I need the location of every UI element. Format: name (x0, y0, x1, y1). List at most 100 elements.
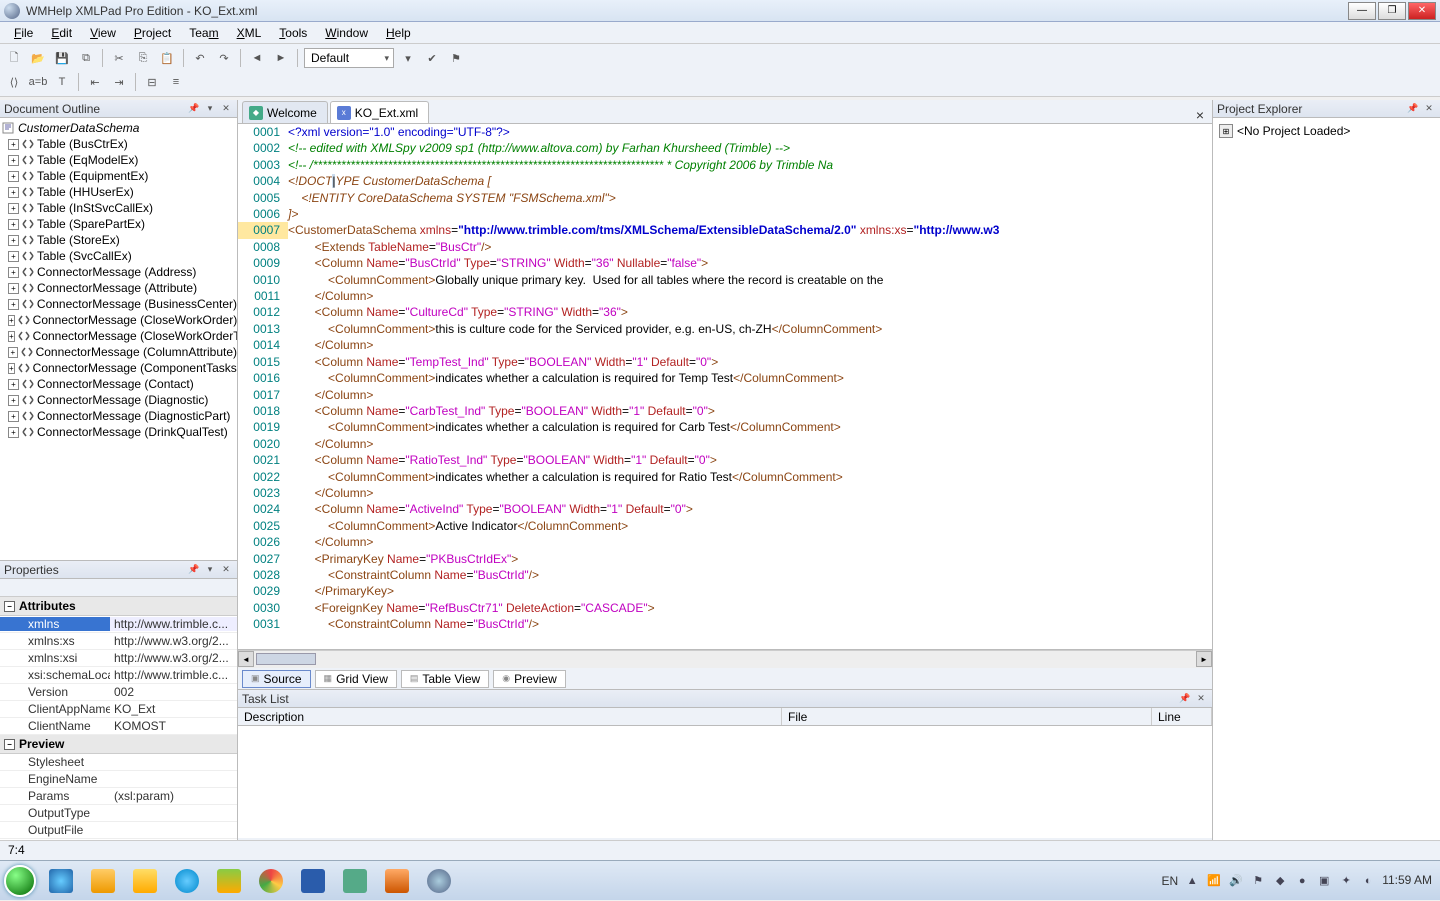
insert-element-icon[interactable]: ⟨⟩ (4, 72, 24, 92)
prop-section-attributes[interactable]: −Attributes (0, 597, 237, 616)
viewtab-preview[interactable]: ◉Preview (493, 670, 566, 688)
taskbar-explorer[interactable] (83, 865, 123, 897)
expand-icon[interactable]: + (8, 251, 19, 262)
validate-icon[interactable]: ✔ (422, 48, 442, 68)
menu-project[interactable]: Project (126, 24, 179, 42)
taskbar-chrome[interactable] (251, 865, 291, 897)
outline-node[interactable]: +ConnectorMessage (DrinkQualTest) (0, 424, 237, 440)
outline-node[interactable]: +ConnectorMessage (ComponentTasks) (0, 360, 237, 376)
property-row[interactable]: xmlns:xsihttp://www.w3.org/2... (0, 650, 237, 667)
save-all-icon[interactable]: ⧉ (76, 48, 96, 68)
cut-icon[interactable]: ✂ (109, 48, 129, 68)
tray-volume-icon[interactable]: 🔊 (1228, 873, 1244, 889)
taskbar-app1[interactable] (125, 865, 165, 897)
outline-node[interactable]: +Table (SvcCallEx) (0, 248, 237, 264)
property-row[interactable]: ClientNameKOMOST (0, 718, 237, 735)
property-row[interactable]: EngineName (0, 771, 237, 788)
property-row[interactable]: OutputFile (0, 822, 237, 839)
close-button[interactable]: ✕ (1408, 2, 1436, 20)
property-row[interactable]: Stylesheet (0, 754, 237, 771)
property-value[interactable]: KO_Ext (110, 702, 237, 716)
code-editor[interactable]: 0001<?xml version="1.0" encoding="UTF-8"… (238, 124, 1212, 650)
expand-icon[interactable]: + (8, 331, 15, 342)
expand-icon[interactable]: + (8, 379, 19, 390)
open-file-icon[interactable]: 📂 (28, 48, 48, 68)
prop-section-preview[interactable]: −Preview (0, 735, 237, 754)
project-autohide-icon[interactable]: 📌 (1406, 102, 1420, 116)
outline-node[interactable]: +Table (EquipmentEx) (0, 168, 237, 184)
property-value[interactable]: 002 (110, 685, 237, 699)
save-icon[interactable]: 💾 (52, 48, 72, 68)
menu-tools[interactable]: Tools (271, 24, 315, 42)
outline-node[interactable]: +Table (BusCtrEx) (0, 136, 237, 152)
outline-node[interactable]: +ConnectorMessage (Diagnostic) (0, 392, 237, 408)
nav-fwd-icon[interactable]: ► (271, 48, 291, 68)
property-value[interactable]: http://www.w3.org/2... (110, 634, 237, 648)
outline-node[interactable]: +ConnectorMessage (CloseWorkOrder) (0, 312, 237, 328)
expand-icon[interactable]: + (8, 139, 19, 150)
outline-node[interactable]: +ConnectorMessage (Address) (0, 264, 237, 280)
outline-node[interactable]: +ConnectorMessage (DiagnosticPart) (0, 408, 237, 424)
property-value[interactable]: (xsl:param) (110, 789, 237, 803)
expand-icon[interactable]: + (8, 427, 19, 438)
tray-icon-2[interactable]: ⚑ (1250, 873, 1266, 889)
wellformed-icon[interactable]: ⚑ (446, 48, 466, 68)
property-value[interactable]: KOMOST (110, 719, 237, 733)
property-row[interactable]: Version002 (0, 684, 237, 701)
viewtab-table[interactable]: ▤Table View (401, 670, 489, 688)
property-row[interactable]: xmlns:xshttp://www.w3.org/2... (0, 633, 237, 650)
viewtab-source[interactable]: ▣Source (242, 670, 311, 688)
outline-tree[interactable]: CustomerDataSchema +Table (BusCtrEx)+Tab… (0, 118, 237, 560)
undo-icon[interactable]: ↶ (190, 48, 210, 68)
tab-ko-ext[interactable]: xKO_Ext.xml (330, 101, 429, 123)
menu-view[interactable]: View (82, 24, 124, 42)
outline-menu-icon[interactable]: ▾ (203, 102, 217, 116)
tray-icon-6[interactable]: ✦ (1338, 873, 1354, 889)
outline-node[interactable]: +Table (StoreEx) (0, 232, 237, 248)
expand-icon[interactable]: + (8, 347, 18, 358)
property-row[interactable]: xsi:schemaLoca...http://www.trimble.c... (0, 667, 237, 684)
expand-icon[interactable]: + (8, 315, 15, 326)
schema-combo[interactable]: Default (304, 48, 394, 68)
viewtab-grid[interactable]: ▦Grid View (315, 670, 397, 688)
tasklist-body[interactable] (238, 726, 1212, 838)
props-autohide-icon[interactable]: 📌 (187, 563, 201, 577)
taskbar-word[interactable] (293, 865, 333, 897)
menu-edit[interactable]: Edit (43, 24, 80, 42)
property-row[interactable]: xmlnshttp://www.trimble.c... (0, 616, 237, 633)
maximize-button[interactable]: ❐ (1378, 2, 1406, 20)
tray-icon-1[interactable]: ▲ (1184, 873, 1200, 889)
insert-text-icon[interactable]: T (52, 72, 72, 92)
expand-icon[interactable]: + (8, 171, 19, 182)
tab-welcome[interactable]: ◆Welcome (242, 101, 328, 123)
taskbar-app2[interactable] (209, 865, 249, 897)
format-icon[interactable]: ≡ (166, 72, 186, 92)
insert-attr-icon[interactable]: a=b (28, 72, 48, 92)
tray-icon-5[interactable]: ▣ (1316, 873, 1332, 889)
comment-icon[interactable]: ⊟ (142, 72, 162, 92)
col-description[interactable]: Description (238, 708, 782, 725)
expand-icon[interactable]: + (8, 283, 19, 294)
col-file[interactable]: File (782, 708, 1152, 725)
tab-close-icon[interactable]: × (1188, 107, 1212, 123)
taskbar-app4[interactable] (377, 865, 417, 897)
taskbar-app3[interactable] (335, 865, 375, 897)
taskbar-skype[interactable] (167, 865, 207, 897)
dropdown-icon[interactable]: ▾ (398, 48, 418, 68)
menu-xml[interactable]: XML (229, 24, 270, 42)
outline-autohide-icon[interactable]: 📌 (187, 102, 201, 116)
property-row[interactable]: Params(xsl:param) (0, 788, 237, 805)
tray-icon-7[interactable]: ◐ (1360, 873, 1376, 889)
expand-icon[interactable]: + (8, 299, 19, 310)
tray-network-icon[interactable]: 📶 (1206, 873, 1222, 889)
menu-window[interactable]: Window (317, 24, 376, 42)
outline-node[interactable]: +ConnectorMessage (Contact) (0, 376, 237, 392)
outline-close-icon[interactable]: ✕ (219, 102, 233, 116)
redo-icon[interactable]: ↷ (214, 48, 234, 68)
outline-node[interactable]: +ConnectorMessage (ColumnAttribute) (0, 344, 237, 360)
tasklist-close-icon[interactable]: ✕ (1194, 692, 1208, 706)
tray-clock[interactable]: 11:59 AM (1382, 874, 1432, 887)
expand-icon[interactable]: + (8, 187, 19, 198)
indent-icon[interactable]: ⇥ (109, 72, 129, 92)
props-close-icon[interactable]: ✕ (219, 563, 233, 577)
